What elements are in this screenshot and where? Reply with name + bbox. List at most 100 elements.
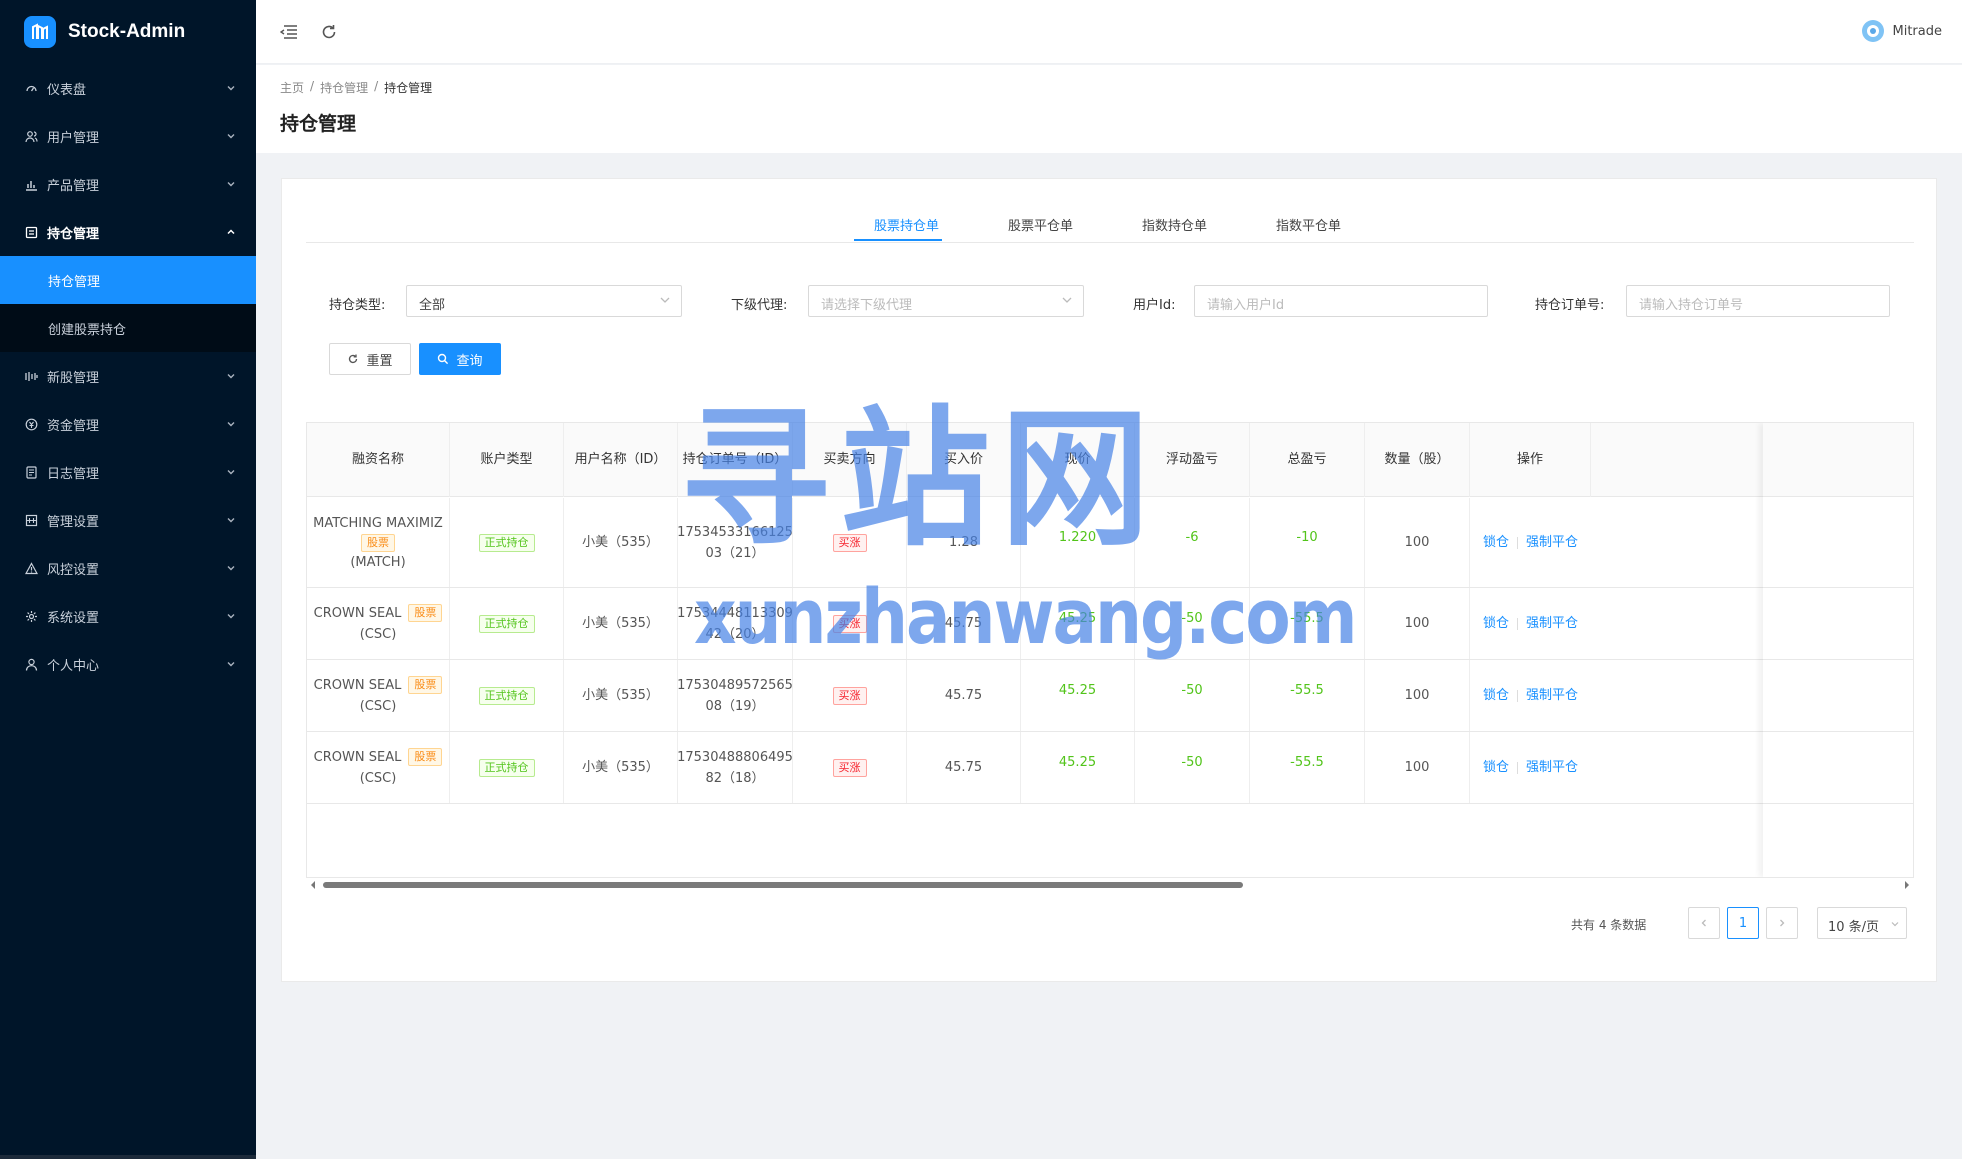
scroll-right-icon[interactable] — [1903, 880, 1911, 890]
type-select[interactable]: 全部 — [406, 285, 682, 317]
stock-name: CROWN SEAL — [313, 749, 402, 765]
chevron-down-icon — [227, 374, 235, 379]
chevron-down-icon — [227, 614, 235, 619]
force-close-button[interactable]: 强制平仓 — [1526, 757, 1578, 778]
column-title: 持仓订单号（ID） — [682, 452, 788, 467]
action-divider — [1517, 761, 1518, 774]
name-cell: CROWN SEAL 股票 (CSC) — [307, 588, 450, 659]
order-input[interactable]: 请输入持仓订单号 — [1626, 285, 1890, 317]
direction-tag: 买涨 — [832, 614, 867, 633]
positions-table: 融资名称 账户类型 用户名称（ID） 持仓订单号（ID） 买卖方向 买入价 现价 浮动盈亏 总盈… — [306, 422, 1914, 878]
order-number: 17530488806495 — [677, 749, 793, 765]
sidebar-item-5[interactable]: 资金管理 — [0, 400, 256, 448]
chevron-down-icon — [227, 134, 235, 139]
user-menu[interactable]: Mitrade — [1861, 20, 1942, 42]
tab-index-closed[interactable]: 指数平仓单 — [1276, 215, 1341, 234]
log-icon — [24, 465, 38, 479]
quantity-cell: 100 — [1365, 498, 1470, 587]
table-header-cell: 买卖方向 — [793, 423, 907, 497]
column-title: 用户名称（ID） — [574, 452, 667, 467]
table-header-cell: 现价 — [1021, 423, 1135, 497]
float-pl-cell: -50 — [1135, 588, 1250, 659]
userid-input[interactable]: 请输入用户Id — [1194, 285, 1488, 317]
quantity-cell: 100 — [1365, 588, 1470, 659]
userid-placeholder: 请输入用户Id — [1207, 298, 1285, 313]
sidebar-item-4[interactable]: 新股管理 — [0, 352, 256, 400]
stock-tag: 股票 — [408, 604, 443, 622]
current-price-cell: 45.25 — [1021, 588, 1135, 659]
breadcrumb-position[interactable]: 持仓管理 — [320, 79, 368, 96]
sidebar-item-3[interactable]: 持仓管理 — [0, 208, 256, 256]
sidebar-item-label: 仪表盘 — [47, 82, 87, 98]
query-button[interactable]: 查询 — [419, 343, 501, 375]
page-size-value: 10 条/页 — [1828, 920, 1880, 935]
agent-select-placeholder: 请选择下级代理 — [821, 298, 913, 313]
user-cell: 小美（535） — [564, 588, 678, 659]
force-close-button[interactable]: 强制平仓 — [1526, 532, 1578, 553]
quantity: 100 — [1404, 760, 1430, 775]
page-size-select[interactable]: 10 条/页 — [1817, 907, 1907, 939]
direction-cell: 买涨 — [793, 588, 907, 659]
chevron-down-icon — [227, 422, 235, 427]
next-page-button[interactable] — [1766, 907, 1798, 939]
sidebar-item-2[interactable]: 产品管理 — [0, 160, 256, 208]
quantity-cell: 100 — [1365, 732, 1470, 803]
sidebar-item-0[interactable]: 仪表盘 — [0, 64, 256, 112]
tab-stock-closed[interactable]: 股票平仓单 — [1008, 215, 1073, 234]
page-1-button[interactable]: 1 — [1727, 907, 1759, 939]
sidebar-item-8[interactable]: 风控设置 — [0, 544, 256, 592]
logo[interactable]: Stock-Admin — [0, 0, 256, 64]
force-close-button[interactable]: 强制平仓 — [1526, 685, 1578, 706]
total-pl-cell: -55.5 — [1250, 660, 1365, 731]
name-cell: CROWN SEAL 股票 (CSC) — [307, 660, 450, 731]
lock-button[interactable]: 锁仓 — [1483, 532, 1509, 553]
order-number: 17534448113309 — [677, 605, 793, 621]
column-title: 浮动盈亏 — [1165, 452, 1218, 467]
sidebar-subitem-1[interactable]: 创建股票持仓 — [0, 304, 256, 352]
force-close-button[interactable]: 强制平仓 — [1526, 613, 1578, 634]
account-cell: 正式持仓 — [450, 660, 564, 731]
lock-button[interactable]: 锁仓 — [1483, 685, 1509, 706]
prev-page-button[interactable] — [1688, 907, 1720, 939]
tab-index-position[interactable]: 指数持仓单 — [1142, 215, 1207, 234]
total-pl: -10 — [1296, 530, 1318, 545]
float-pl-cell: -50 — [1135, 660, 1250, 731]
menu-fold-icon[interactable] — [278, 21, 300, 43]
direction-cell: 买涨 — [793, 498, 907, 587]
action-divider — [1517, 689, 1518, 702]
sidebar-item-9[interactable]: 系统设置 — [0, 592, 256, 640]
tabs: 股票持仓单 股票平仓单 指数持仓单 指数平仓单 — [306, 203, 1914, 243]
total-pl-cell: -55.5 — [1250, 732, 1365, 803]
lock-button[interactable]: 锁仓 — [1483, 613, 1509, 634]
direction-tag: 买涨 — [832, 533, 867, 552]
tab-stock-position[interactable]: 股票持仓单 — [874, 215, 939, 234]
table-scrollbar[interactable] — [306, 879, 1914, 891]
direction-tag: 买涨 — [832, 686, 867, 705]
chevron-down-icon — [227, 518, 235, 523]
lock-button[interactable]: 锁仓 — [1483, 757, 1509, 778]
sidebar-item-7[interactable]: 管理设置 — [0, 496, 256, 544]
agent-select[interactable]: 请选择下级代理 — [808, 285, 1084, 317]
sidebar-item-6[interactable]: 日志管理 — [0, 448, 256, 496]
position-icon — [24, 225, 38, 239]
scroll-left-icon[interactable] — [309, 880, 317, 890]
action-divider — [1517, 617, 1518, 630]
sidebar-item-1[interactable]: 用户管理 — [0, 112, 256, 160]
user-name-id: 小美（535） — [582, 760, 659, 775]
current-page-number: 1 — [1738, 915, 1748, 931]
scrollbar-thumb[interactable] — [323, 882, 1243, 888]
stock-code: (CSC) — [359, 626, 397, 642]
chevron-down-icon — [227, 566, 235, 571]
breadcrumb-home[interactable]: 主页 — [280, 79, 304, 96]
breadcrumb-separator: / — [310, 79, 315, 93]
refresh-icon[interactable] — [318, 21, 340, 43]
reset-button-label: 重置 — [366, 353, 393, 369]
action-divider — [1517, 536, 1518, 549]
column-title: 总盈亏 — [1287, 452, 1327, 467]
table-header-cell: 融资名称 — [307, 423, 450, 497]
sidebar-subitem-0[interactable]: 持仓管理 — [0, 256, 256, 304]
sidebar-item-10[interactable]: 个人中心 — [0, 640, 256, 688]
action-cell: 锁仓 强制平仓 — [1470, 498, 1591, 587]
reset-button[interactable]: 重置 — [329, 343, 411, 375]
order-number-suffix: 03（21） — [705, 545, 765, 561]
